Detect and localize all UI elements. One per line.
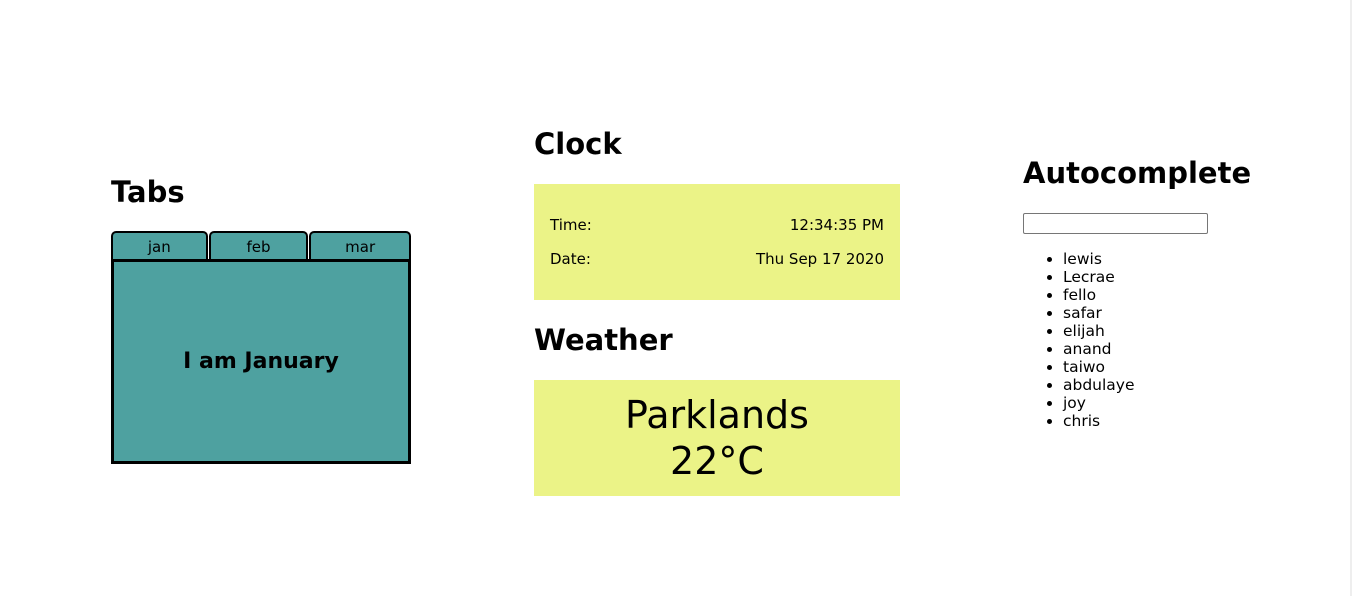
suggestion-item[interactable]: chris: [1063, 412, 1135, 430]
suggestion-item[interactable]: Lecrae: [1063, 268, 1135, 286]
weather-temperature: 22°C: [670, 439, 764, 483]
tab-jan[interactable]: jan: [111, 231, 208, 259]
tabs-section: Tabs jan feb mar I am January: [111, 175, 411, 464]
tab-strip: jan feb mar: [111, 231, 411, 259]
page: Tabs jan feb mar I am January Clock Time…: [0, 0, 1352, 596]
suggestion-list: lewis Lecrae fello safar elijah anand ta…: [1023, 250, 1135, 430]
suggestion-item[interactable]: joy: [1063, 394, 1135, 412]
suggestion-item[interactable]: taiwo: [1063, 358, 1135, 376]
autocomplete-input[interactable]: [1023, 213, 1208, 234]
time-label: Time:: [550, 216, 592, 234]
clock-date-row: Date: Thu Sep 17 2020: [550, 250, 884, 268]
autocomplete-section: Autocomplete lewis Lecrae fello safar el…: [1023, 156, 1323, 430]
date-value: Thu Sep 17 2020: [755, 250, 884, 268]
date-label: Date:: [550, 250, 591, 268]
weather-location: Parklands: [625, 393, 809, 437]
suggestion-item[interactable]: anand: [1063, 340, 1135, 358]
clock-panel: Time: 12:34:35 PM Date: Thu Sep 17 2020: [534, 184, 900, 300]
suggestion-item[interactable]: fello: [1063, 286, 1135, 304]
clock-time-row: Time: 12:34:35 PM: [550, 216, 884, 234]
tabs-title: Tabs: [111, 175, 185, 209]
time-value: 12:34:35 PM: [789, 216, 884, 234]
clock-title: Clock: [534, 127, 622, 161]
suggestion-item[interactable]: safar: [1063, 304, 1135, 322]
clock-section: Clock Time: 12:34:35 PM Date: Thu Sep 17…: [534, 127, 900, 300]
suggestion-item[interactable]: elijah: [1063, 322, 1135, 340]
suggestion-item[interactable]: lewis: [1063, 250, 1135, 268]
tab-panel: I am January: [111, 259, 411, 464]
tab-feb[interactable]: feb: [208, 231, 309, 259]
autocomplete-title: Autocomplete: [1023, 156, 1252, 190]
weather-panel: Parklands 22°C: [534, 380, 900, 496]
tabs-widget: jan feb mar I am January: [111, 231, 411, 464]
weather-title: Weather: [534, 323, 673, 357]
weather-section: Weather Parklands 22°C: [534, 323, 900, 496]
suggestion-item[interactable]: abdulaye: [1063, 376, 1135, 394]
tab-mar[interactable]: mar: [309, 231, 411, 259]
tab-panel-content: I am January: [183, 349, 339, 374]
